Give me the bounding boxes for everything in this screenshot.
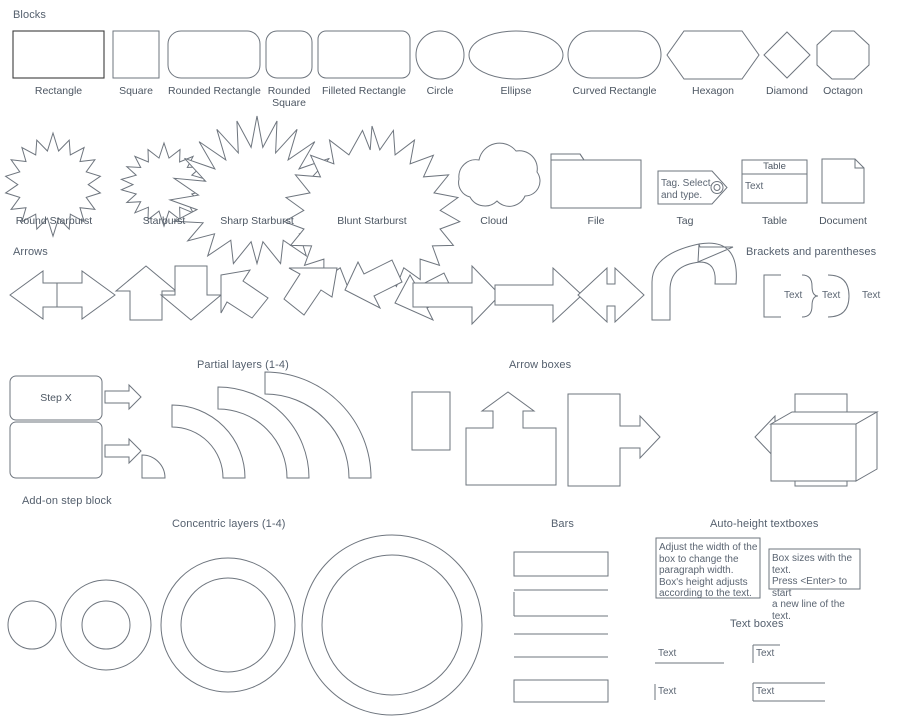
stencil-canvas: Blocks Arrows Brackets and parentheses P… xyxy=(0,0,898,726)
auto-height-box-2-text[interactable]: Box sizes with the text. Press <Enter> t… xyxy=(772,553,860,622)
shape-concentric-layer-2-inner[interactable] xyxy=(81,600,131,650)
shape-bar-5[interactable] xyxy=(513,679,609,703)
shape-concentric-layer-3-inner[interactable] xyxy=(180,577,276,673)
textbox-bracket-top-text[interactable]: Text xyxy=(756,648,774,660)
textbox-underline-text[interactable]: Text xyxy=(658,648,676,660)
shape-bar-1[interactable] xyxy=(513,551,609,577)
shape-concentric-layer-1[interactable] xyxy=(7,600,57,650)
shape-bar-2[interactable] xyxy=(513,589,608,617)
concentric-layers-shapes xyxy=(7,534,861,716)
auto-height-box-1-text[interactable]: Adjust the width of the box to change th… xyxy=(659,542,759,600)
textbox-left-bar-text[interactable]: Text xyxy=(658,686,676,698)
textbox-bracket-bottom-text[interactable]: Text xyxy=(756,686,774,698)
shape-concentric-layer-4-inner[interactable] xyxy=(321,554,463,696)
